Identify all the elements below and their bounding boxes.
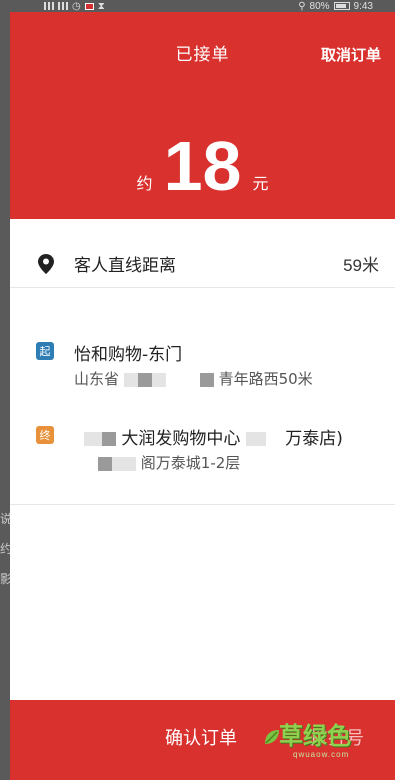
price-display: 约 18 元 [10,130,395,202]
pickup-address: 起 怡和购物-东门 山东省 青年路西50米 [36,340,386,400]
redacted-block [123,372,138,387]
distance-value: 59米 [343,256,379,275]
price-prefix: 约 [136,174,153,193]
price-unit: 元 [252,174,269,193]
hourglass-icon: ⧗ [97,0,105,12]
dropoff-title: 大润发购物中心 万泰店) [84,424,343,449]
redacted-block [84,432,102,446]
pickup-subtitle: 山东省 青年路西50米 [74,368,313,389]
price-value: 18 [163,127,242,205]
dropoff-title-end: 万泰店) [285,429,343,449]
order-card: 已接单 取消订单 约 18 元 客人直线距离 59米 起 怡和购物-东门 山东省… [10,12,395,780]
location-icon: ⚲ [298,0,306,12]
watermark-text: 草绿色 [279,722,351,750]
notification-icon [84,2,94,10]
map-pin-icon [38,253,54,274]
dropoff-address-end: 阁万泰城1-2层 [140,454,241,472]
pickup-title: 怡和购物-东门 [74,345,183,365]
clock-icon: ◷ [72,0,81,12]
status-bar: ◷ ⧗ ⚲ 80% 9:43 [0,0,395,12]
distance-row: 客人直线距离 59米 [10,240,395,288]
status-time: 9:43 [353,0,373,12]
dropoff-title-mid: 大润发购物中心 [121,429,241,449]
redacted-block [102,432,116,446]
redacted-block [137,372,152,387]
dropoff-subtitle: 阁万泰城1-2层 [98,452,240,473]
signal-icon-2 [58,2,68,10]
watermark: 草绿色 qwuaow.com [263,716,383,772]
redacted-block [199,372,214,387]
redacted-block [151,372,166,387]
battery-percent: 80% [309,0,330,12]
cancel-order-button[interactable]: 取消订单 [321,44,381,65]
pickup-address-end: 青年路西50米 [218,370,313,388]
divider [10,504,395,505]
dropoff-address: 终 大润发购物中心 万泰店) 阁万泰城1-2层 [36,424,386,494]
redacted-block [112,456,136,471]
start-tag-icon: 起 [36,342,54,360]
distance-label: 客人直线距离 [74,256,176,276]
pickup-address-start: 山东省 [74,370,120,388]
redacted-block [245,432,266,446]
status-right: ⚲ 80% 9:43 [298,1,373,12]
order-header: 已接单 取消订单 约 18 元 [10,12,395,219]
confirm-order-button[interactable]: 确认订单 [165,724,237,750]
watermark-url: qwuaow.com [293,750,350,759]
signal-icon [44,2,54,10]
redacted-block [98,456,112,471]
end-tag-icon: 终 [36,426,54,444]
background-app-strip: 说约影 [0,512,10,586]
status-left: ◷ ⧗ [44,1,105,12]
battery-icon [333,2,350,10]
